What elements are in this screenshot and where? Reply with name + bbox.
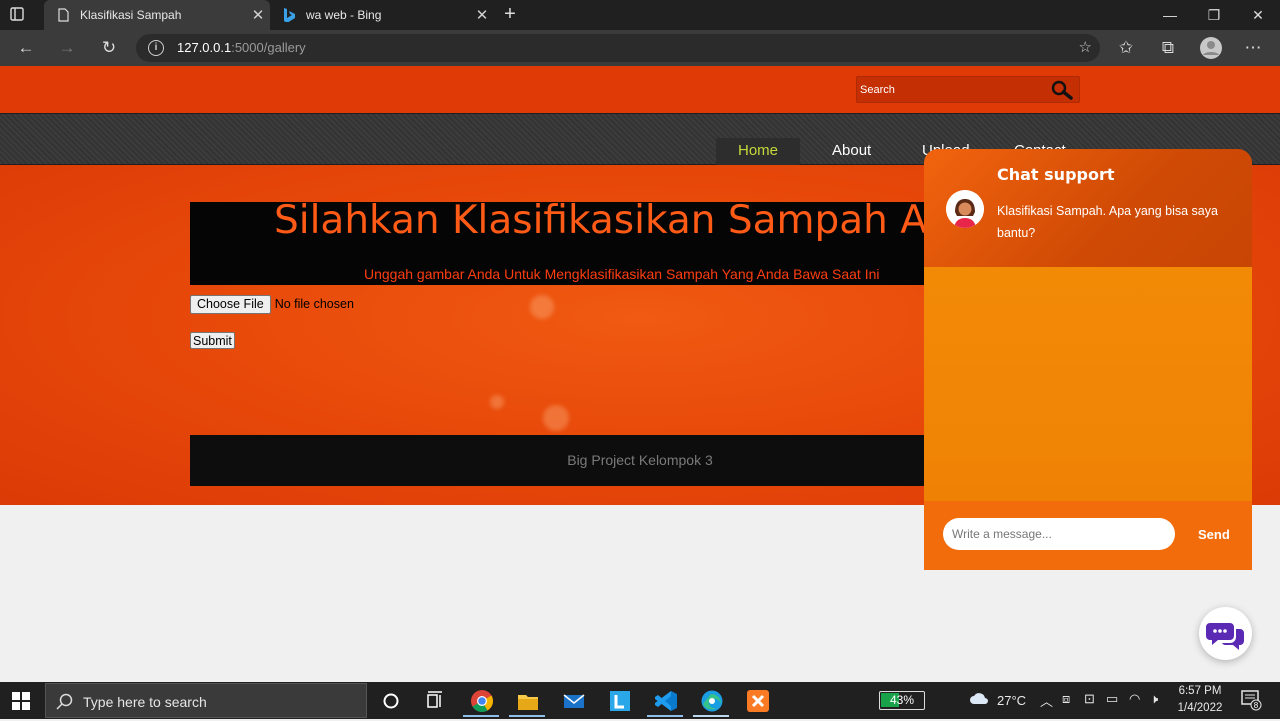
search-box (856, 76, 1080, 103)
chat-title: Chat support (997, 165, 1115, 184)
tab-wa-web-bing[interactable]: wa web - Bing ✕ (270, 0, 494, 30)
tab-actions-icon[interactable] (8, 6, 28, 24)
search-icon (56, 693, 73, 710)
clock-date[interactable]: 1/4/2022 (1174, 702, 1226, 714)
close-window-icon[interactable]: ✕ (1236, 0, 1280, 30)
active-app-indicator (693, 715, 729, 717)
mail-icon[interactable] (559, 686, 589, 716)
web-page: Home About Upload Contact Silahkan Klasi… (0, 66, 1280, 682)
url-text[interactable]: 127.0.0.1:5000/gallery (177, 40, 306, 55)
active-app-indicator (463, 715, 499, 717)
battery-percentage: 43% (889, 693, 915, 707)
active-app-indicator (647, 715, 683, 717)
search-input[interactable] (860, 81, 1040, 99)
chat-message-input[interactable] (943, 518, 1175, 550)
temperature[interactable]: 27°C (997, 693, 1026, 708)
windows-taskbar: Type here to search 43% 27°C ︿ ⧈ ⊡ ▭ ◠ 🕨… (0, 682, 1280, 719)
notification-count: 8 (1254, 701, 1259, 710)
show-hidden-icons-icon[interactable]: ︿ (1040, 691, 1053, 710)
minimize-icon[interactable]: — (1148, 0, 1192, 30)
page-subtitle: Unggah gambar Anda Untuk Mengklasifikasi… (364, 266, 880, 282)
bokeh-decoration (490, 395, 504, 409)
address-bar[interactable]: i 127.0.0.1:5000/gallery ☆ (136, 34, 1100, 62)
collections-icon[interactable]: ⧉ (1153, 33, 1183, 63)
site-header (0, 66, 1280, 113)
task-view-icon[interactable] (420, 686, 450, 716)
cloud-weather-icon[interactable] (968, 690, 990, 709)
new-tab-icon[interactable]: + (498, 3, 522, 27)
site-info-icon[interactable]: i (148, 40, 164, 56)
bokeh-decoration (543, 405, 569, 431)
taskbar-search-placeholder: Type here to search (83, 694, 207, 710)
close-tab-icon[interactable]: ✕ (470, 6, 494, 24)
add-favorite-icon[interactable]: ☆ (1079, 38, 1092, 56)
bokeh-decoration (530, 295, 554, 319)
notifications-icon[interactable]: 8 (1240, 689, 1262, 714)
meet-now-icon[interactable]: ⧈ (1062, 691, 1070, 707)
chat-launcher-button[interactable] (1199, 607, 1252, 660)
power-icon[interactable]: ▭ (1106, 691, 1118, 707)
launcher-l-icon[interactable] (605, 686, 635, 716)
edge-icon[interactable] (697, 686, 727, 716)
clock-time[interactable]: 6:57 PM (1176, 685, 1224, 697)
nav-home[interactable]: Home (738, 142, 778, 159)
url-host: 127.0.0.1 (177, 40, 232, 55)
wifi-icon[interactable]: ◠ (1129, 691, 1140, 707)
profile-icon[interactable] (1196, 33, 1226, 63)
volume-muted-icon[interactable]: 🕨 (1150, 691, 1158, 707)
browser-toolbar: ← → ↻ i 127.0.0.1:5000/gallery ☆ ✩ ⧉ ⋯ (0, 30, 1280, 66)
chat-bubbles-icon (1206, 623, 1244, 650)
url-path: :5000/gallery (231, 40, 306, 55)
tab-klasifikasi-sampah[interactable]: Klasifikasi Sampah ✕ (44, 0, 270, 30)
chat-widget: Chat support Klasifikasi Sampah. Apa yan… (924, 149, 1252, 570)
close-tab-icon[interactable]: ✕ (246, 6, 270, 24)
browser-tab-strip: Klasifikasi Sampah ✕ wa web - Bing ✕ + —… (0, 0, 1280, 30)
active-app-indicator (509, 715, 545, 717)
file-explorer-icon[interactable] (513, 686, 543, 716)
taskbar-search[interactable]: Type here to search (45, 683, 367, 718)
vscode-icon[interactable] (651, 686, 681, 716)
chat-footer: Send (924, 501, 1252, 570)
chat-send-button[interactable]: Send (1198, 527, 1230, 542)
page-title: Silahkan Klasifikasikan Sampah Anda (274, 202, 950, 243)
xampp-icon[interactable] (743, 686, 773, 716)
title-panel: Silahkan Klasifikasikan Sampah Anda Ungg… (190, 202, 950, 285)
file-upload-field: Choose File No file chosen (190, 294, 354, 314)
file-status: No file chosen (274, 297, 354, 311)
restore-icon[interactable]: ❐ (1192, 0, 1236, 30)
tab-title: wa web - Bing (306, 8, 382, 22)
back-icon[interactable]: ← (11, 33, 41, 63)
battery-indicator[interactable]: 43% (879, 691, 925, 710)
forward-icon[interactable]: → (52, 33, 82, 63)
chat-intro-message: Klasifikasi Sampah. Apa yang bisa saya b… (997, 204, 1218, 240)
windows-start-icon[interactable] (12, 692, 30, 710)
network-adapter-icon[interactable]: ⊡ (1084, 691, 1095, 707)
more-options-icon[interactable]: ⋯ (1238, 33, 1268, 63)
cortana-icon[interactable] (376, 686, 406, 716)
tab-title: Klasifikasi Sampah (80, 8, 182, 22)
page-icon (56, 8, 70, 22)
favorites-icon[interactable]: ✩ (1111, 33, 1141, 63)
search-icon[interactable] (1049, 79, 1075, 101)
submit-button[interactable]: Submit (190, 332, 235, 349)
site-footer: Big Project Kelompok 3 (190, 435, 950, 486)
chat-messages (924, 267, 1252, 501)
bing-icon (282, 8, 296, 22)
agent-avatar (946, 190, 984, 228)
refresh-icon[interactable]: ↻ (94, 33, 124, 63)
chrome-icon[interactable] (467, 686, 497, 716)
nav-about[interactable]: About (832, 142, 871, 159)
chat-header: Chat support Klasifikasi Sampah. Apa yan… (924, 149, 1252, 267)
choose-file-button[interactable]: Choose File (190, 294, 271, 314)
